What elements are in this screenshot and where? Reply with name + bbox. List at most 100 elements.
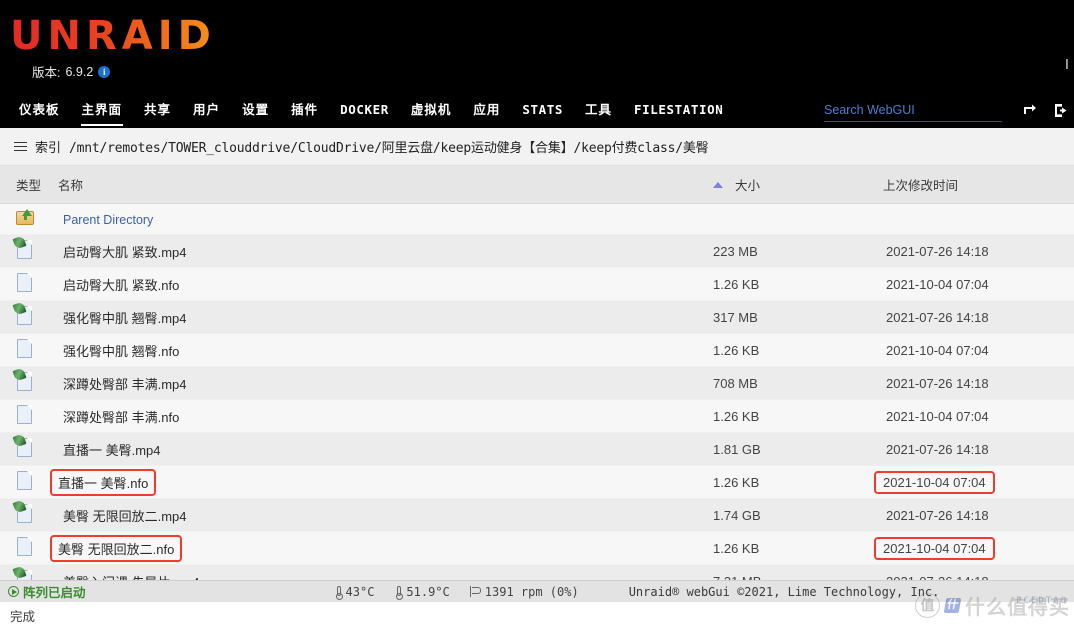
table-row[interactable]: 深蹲处臀部 丰满.mp4 708 MB 2021-07-26 14:18 (0, 366, 1074, 400)
fan-speed-value: 1391 rpm (0%) (484, 584, 579, 599)
cell-file-size: 1.74 GB (713, 498, 883, 532)
nav-item-filestation[interactable]: FILESTATION (623, 99, 734, 121)
breadcrumb-path[interactable]: /mnt/remotes/TOWER_clouddrive/CloudDrive… (69, 137, 709, 156)
nav-item-vms[interactable]: 虚拟机 (400, 99, 463, 121)
file-name-label[interactable]: 深蹲处臀部 丰满.nfo (63, 410, 179, 425)
table-row[interactable]: 美臀 无限回放二.nfo 1.26 KB 2021-10-04 07:04 (0, 531, 1074, 565)
info-icon[interactable]: i (98, 65, 111, 78)
logout-icon[interactable] (1053, 102, 1070, 123)
unraid-filestation-page: UNRAID 版本: 6.9.2 i I 仪表板 主界面 共享 用户 设置 插件… (0, 0, 1074, 628)
version-label: 版本: (32, 66, 61, 80)
nav-item-docker[interactable]: DOCKER (329, 99, 400, 121)
cell-file-name[interactable]: 美臀 无限回放二.nfo (49, 531, 713, 565)
cell-file-name[interactable]: 深蹲处臀部 丰满.mp4 (58, 366, 713, 400)
table-row[interactable]: 启动臀大肌 紧致.mp4 223 MB 2021-07-26 14:18 (0, 234, 1074, 268)
version-info: 版本: 6.9.2 i (32, 62, 216, 81)
modified-date-value: 2021-10-04 07:04 (886, 342, 989, 358)
cell-file-name[interactable]: 深蹲处臀部 丰满.nfo (58, 399, 713, 433)
cell-modified-date: 2021-07-26 14:18 (883, 498, 1074, 532)
video-file-icon (12, 433, 34, 458)
thermometer-icon (334, 585, 343, 600)
table-row[interactable]: 深蹲处臀部 丰满.nfo 1.26 KB 2021-10-04 07:04 (0, 399, 1074, 433)
cell-file-name[interactable]: 强化臀中肌 翘臀.mp4 (58, 300, 713, 334)
file-name-label[interactable]: 强化臀中肌 翘臀.nfo (63, 344, 179, 359)
cell-file-type (0, 432, 58, 466)
table-row[interactable]: 强化臀中肌 翘臀.nfo 1.26 KB 2021-10-04 07:04 (0, 333, 1074, 367)
file-name-cell: 深蹲处臀部 丰满.nfo (58, 406, 184, 427)
nav-item-shares[interactable]: 共享 (133, 99, 182, 121)
cell-file-name[interactable]: 启动臀大肌 紧致.mp4 (58, 234, 713, 268)
nav-item-users[interactable]: 用户 (182, 99, 231, 121)
cell-file-name[interactable]: 启动臀大肌 紧致.nfo (58, 267, 713, 301)
cell-modified-date (883, 203, 1074, 235)
breadcrumb-label: 索引 (35, 140, 62, 155)
cell-file-size: 223 MB (713, 234, 883, 268)
table-row[interactable]: 美臀 无限回放二.mp4 1.74 GB 2021-07-26 14:18 (0, 498, 1074, 532)
cell-file-size: 1.26 KB (713, 465, 883, 499)
cell-modified-date: 2021-10-04 07:04 (874, 531, 1074, 565)
nav-item-dashboard[interactable]: 仪表板 (8, 99, 71, 121)
column-header-date[interactable]: 上次修改时间 (883, 166, 1074, 204)
file-name-label[interactable]: 美臀 无限回放二.mp4 (63, 509, 187, 524)
hamburger-icon[interactable] (14, 139, 27, 154)
file-name-label[interactable]: 美臀 无限回放二.nfo (58, 542, 174, 557)
parent-directory-icon (16, 208, 35, 227)
cell-file-name[interactable]: 直播一 美臀.nfo (49, 465, 713, 499)
nav-item-stats[interactable]: STATS (511, 99, 574, 121)
nav-item-main[interactable]: 主界面 (71, 99, 134, 126)
cell-modified-date: 2021-10-04 07:04 (883, 267, 1074, 301)
sort-ascending-icon (713, 182, 723, 188)
cell-modified-date: 2021-07-26 14:18 (883, 234, 1074, 268)
modified-date-value: 2021-07-26 14:18 (886, 309, 989, 325)
cell-file-type (0, 531, 58, 565)
cell-file-type (0, 267, 58, 301)
cell-file-name[interactable]: 美臀 无限回放二.mp4 (58, 498, 713, 532)
search-input[interactable] (824, 101, 1002, 122)
array-status[interactable]: 阵列已启动 (0, 582, 86, 601)
nav-item-apps[interactable]: 应用 (462, 99, 511, 121)
table-row[interactable]: 直播一 美臀.mp4 1.81 GB 2021-07-26 14:18 (0, 432, 1074, 466)
text-file-icon (16, 470, 34, 491)
nav-item-settings[interactable]: 设置 (231, 99, 280, 121)
file-name-cell: 启动臀大肌 紧致.nfo (58, 274, 184, 295)
text-file-icon (16, 338, 34, 359)
cell-file-size: 1.26 KB (713, 399, 883, 433)
highlighted-modified-date: 2021-10-04 07:04 (874, 470, 995, 494)
nav-item-tools[interactable]: 工具 (574, 99, 623, 121)
table-row[interactable]: 启动臀大肌 紧致.nfo 1.26 KB 2021-10-04 07:04 (0, 267, 1074, 301)
table-row[interactable]: Parent Directory (0, 203, 1074, 235)
motherboard-temperature-value: 51.9°C (406, 584, 450, 599)
column-header-type[interactable]: 类型 (0, 166, 58, 204)
file-name-cell: 美臀 无限回放二.mp4 (58, 505, 192, 526)
header-right-glyph: I (1064, 56, 1070, 73)
video-file-icon (12, 499, 34, 524)
modified-date-value (883, 222, 889, 224)
breadcrumb: 索引 /mnt/remotes/TOWER_clouddrive/CloudDr… (0, 128, 1074, 166)
cell-file-type (0, 399, 58, 433)
array-started-icon (8, 586, 19, 597)
file-name-label[interactable]: 启动臀大肌 紧致.nfo (63, 278, 179, 293)
cell-file-name[interactable]: Parent Directory (58, 203, 713, 235)
modified-date-value: 2021-07-26 14:18 (886, 507, 989, 523)
column-header-size-label: 大小 (735, 179, 761, 193)
table-row[interactable]: 强化臀中肌 翘臀.mp4 317 MB 2021-07-26 14:18 (0, 300, 1074, 334)
file-name-label[interactable]: 深蹲处臀部 丰满.mp4 (63, 377, 187, 392)
reboot-icon[interactable] (1021, 102, 1038, 123)
table-row[interactable]: 直播一 美臀.nfo 1.26 KB 2021-10-04 07:04 (0, 465, 1074, 499)
parent-directory-link[interactable]: Parent Directory (63, 213, 153, 227)
file-name-label[interactable]: 直播一 美臀.mp4 (63, 443, 161, 458)
fan-icon (469, 586, 481, 597)
motherboard-temperature: 51.9°C (394, 584, 450, 600)
file-name-label[interactable]: 直播一 美臀.nfo (58, 476, 148, 491)
column-header-name[interactable]: 名称 (58, 166, 713, 204)
cell-file-type (0, 300, 58, 334)
file-name-label[interactable]: 启动臀大肌 紧致.mp4 (63, 245, 187, 260)
cell-file-size: 708 MB (713, 366, 883, 400)
cpu-temperature: 43°C (334, 585, 374, 600)
cell-file-size: 1.26 KB (713, 267, 883, 301)
file-name-label[interactable]: 强化臀中肌 翘臀.mp4 (63, 311, 187, 326)
nav-item-plugins[interactable]: 插件 (280, 99, 329, 121)
cell-file-name[interactable]: 强化臀中肌 翘臀.nfo (58, 333, 713, 367)
cell-file-name[interactable]: 直播一 美臀.mp4 (58, 432, 713, 466)
column-header-size[interactable]: 大小 (713, 166, 883, 204)
